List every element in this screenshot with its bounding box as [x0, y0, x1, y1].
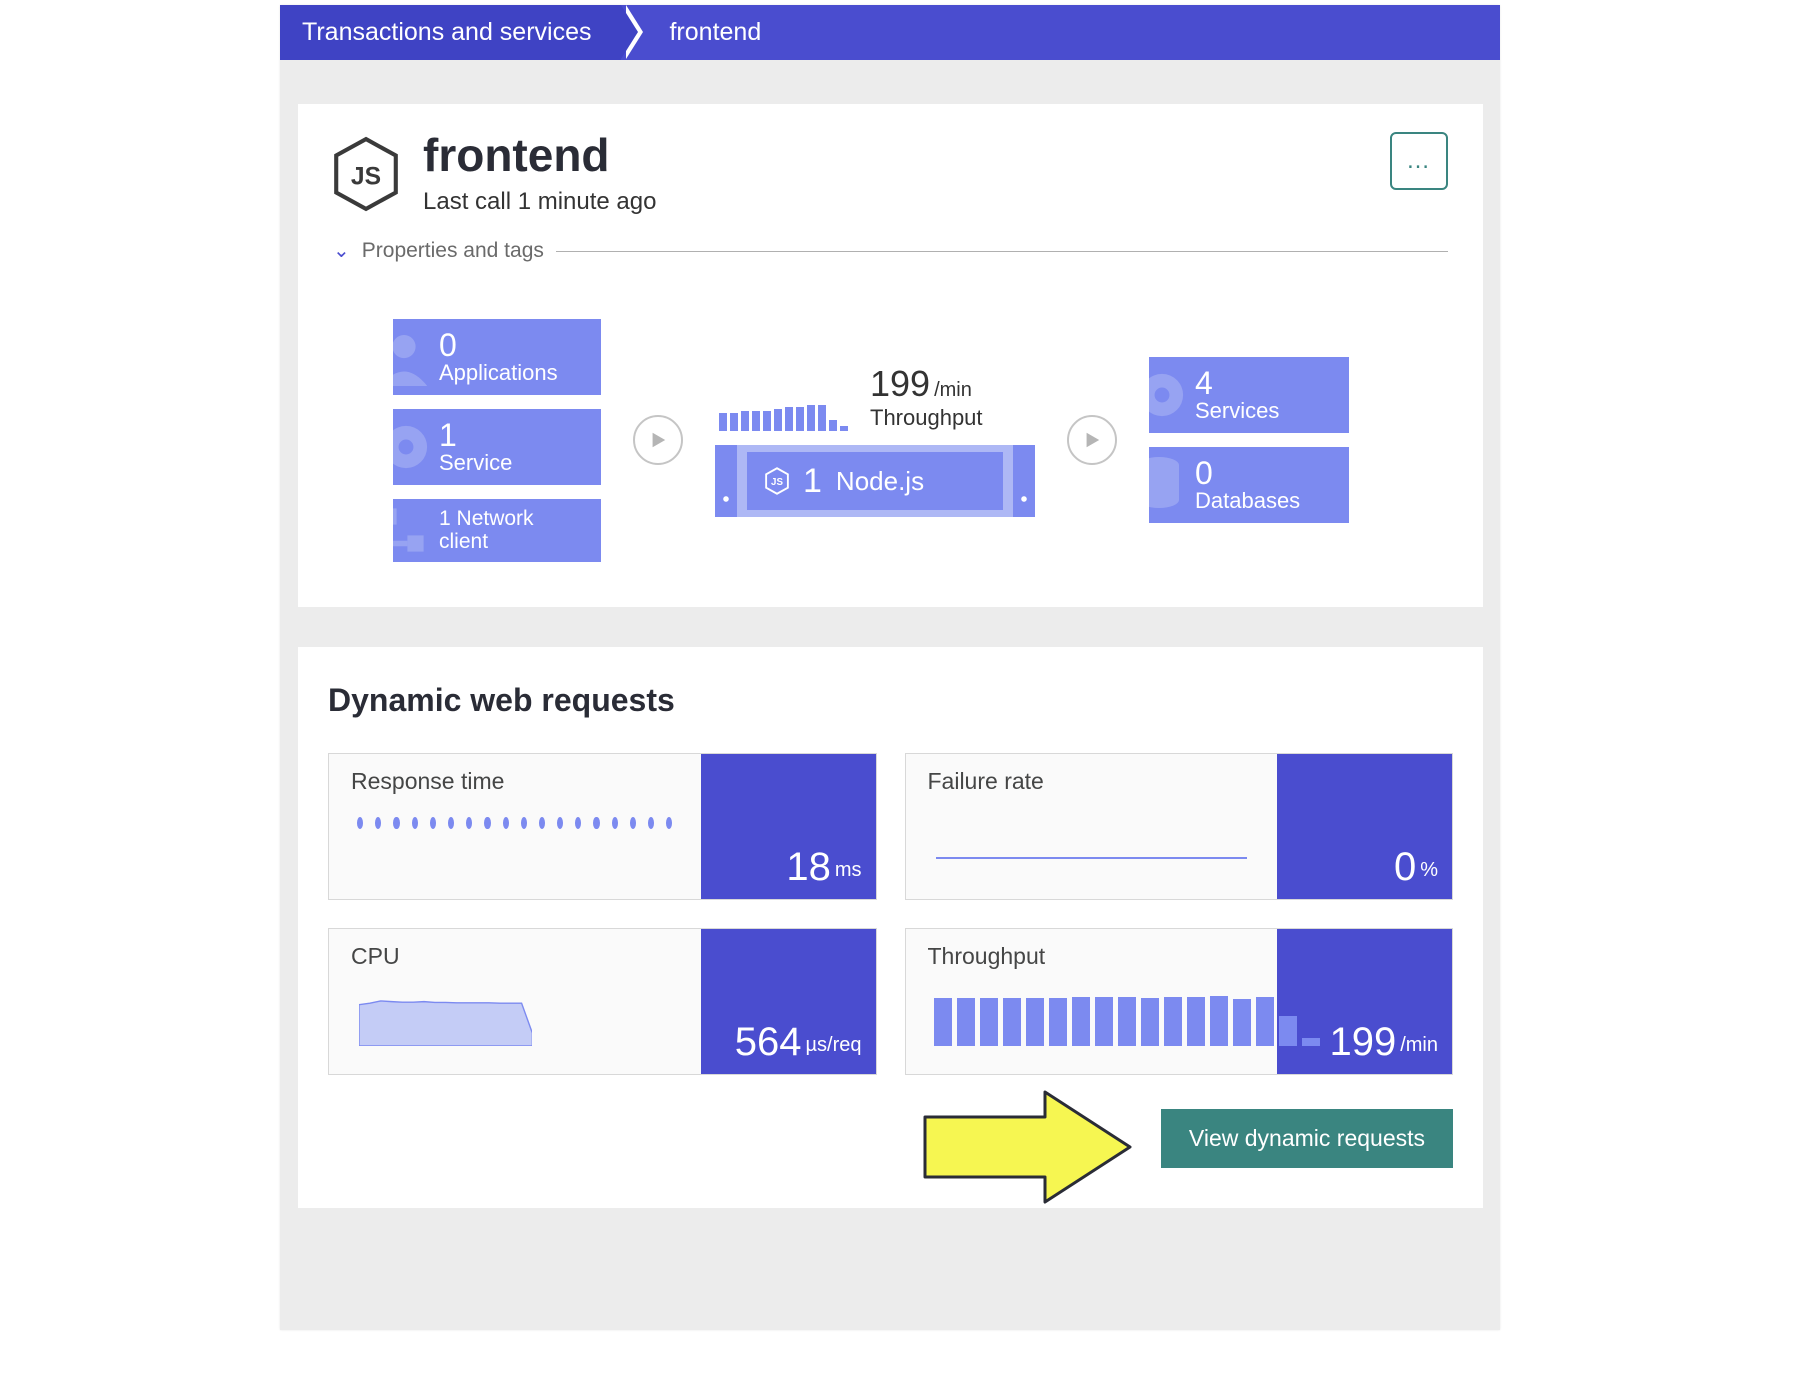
overflow-menu-button[interactable]: … — [1390, 132, 1448, 190]
svg-text:JS: JS — [771, 477, 783, 488]
metric-failure-rate[interactable]: Failure rate 0 % — [905, 753, 1454, 900]
section-title: Dynamic web requests — [328, 682, 1453, 719]
incoming-stack: 0 Applications 1 Service 1 Network clien… — [393, 319, 601, 562]
throughput-chart — [928, 978, 1256, 1060]
user-icon — [393, 328, 433, 386]
metric-throughput[interactable]: Throughput 199 /min — [905, 928, 1454, 1075]
database-icon — [1149, 455, 1187, 515]
service-flow: 0 Applications 1 Service 1 Network clien… — [333, 319, 1448, 562]
svg-text:JS: JS — [351, 163, 381, 190]
breadcrumb-home-label: Transactions and services — [302, 18, 591, 47]
metric-cpu[interactable]: CPU 564 µs/req — [328, 928, 877, 1075]
dynamic-web-requests-card: Dynamic web requests Response time 18 ms — [298, 647, 1483, 1208]
metric-response-time[interactable]: Response time 18 ms — [328, 753, 877, 900]
cpu-chart — [351, 978, 679, 1060]
gear-icon — [393, 416, 437, 478]
breadcrumb: Transactions and services frontend — [280, 5, 1500, 60]
metric-value: 564 µs/req — [701, 929, 876, 1074]
divider — [556, 251, 1448, 252]
page-title: frontend — [423, 132, 656, 178]
callout-arrow-icon — [915, 1087, 1135, 1207]
properties-label: Properties and tags — [362, 239, 544, 263]
flow-play-right[interactable] — [1067, 415, 1117, 465]
view-dynamic-requests-button[interactable]: View dynamic requests — [1161, 1109, 1453, 1168]
play-icon — [1083, 431, 1101, 449]
properties-toggle[interactable]: ⌄ Properties and tags — [333, 238, 1448, 263]
throughput-sparkline — [715, 403, 848, 431]
tile-service[interactable]: 1 Service — [393, 409, 601, 485]
metric-value: 18 ms — [701, 754, 876, 899]
tile-services[interactable]: 4 Services — [1149, 357, 1349, 433]
page-body: JS frontend Last call 1 minute ago … ⌄ P… — [280, 60, 1500, 1330]
play-icon — [649, 431, 667, 449]
network-icon — [393, 503, 429, 557]
nodejs-icon: JS — [765, 467, 789, 495]
tile-databases[interactable]: 0 Databases — [1149, 447, 1349, 523]
process-column: 199/min Throughput JS 1 Node.js — [715, 363, 1035, 517]
flow-play-left[interactable] — [633, 415, 683, 465]
last-call-subtitle: Last call 1 minute ago — [423, 188, 656, 216]
outgoing-stack: 4 Services 0 Databases — [1149, 357, 1349, 523]
failure-rate-chart — [928, 803, 1256, 885]
tile-network-client[interactable]: 1 Network client — [393, 499, 601, 561]
nodejs-icon: JS — [333, 136, 399, 212]
service-overview-card: JS frontend Last call 1 minute ago … ⌄ P… — [298, 104, 1483, 607]
metrics-grid: Response time 18 ms Failure rate — [328, 753, 1453, 1075]
tile-applications[interactable]: 0 Applications — [393, 319, 601, 395]
chevron-down-icon: ⌄ — [333, 238, 350, 263]
dots-icon: … — [1406, 147, 1432, 175]
gear-icon — [1149, 364, 1193, 426]
breadcrumb-home[interactable]: Transactions and services — [280, 5, 621, 60]
process-tile[interactable]: JS 1 Node.js — [715, 445, 1035, 517]
metric-value: 0 % — [1277, 754, 1452, 899]
process-throughput: 199/min Throughput — [715, 363, 1035, 431]
response-time-chart — [351, 803, 679, 885]
